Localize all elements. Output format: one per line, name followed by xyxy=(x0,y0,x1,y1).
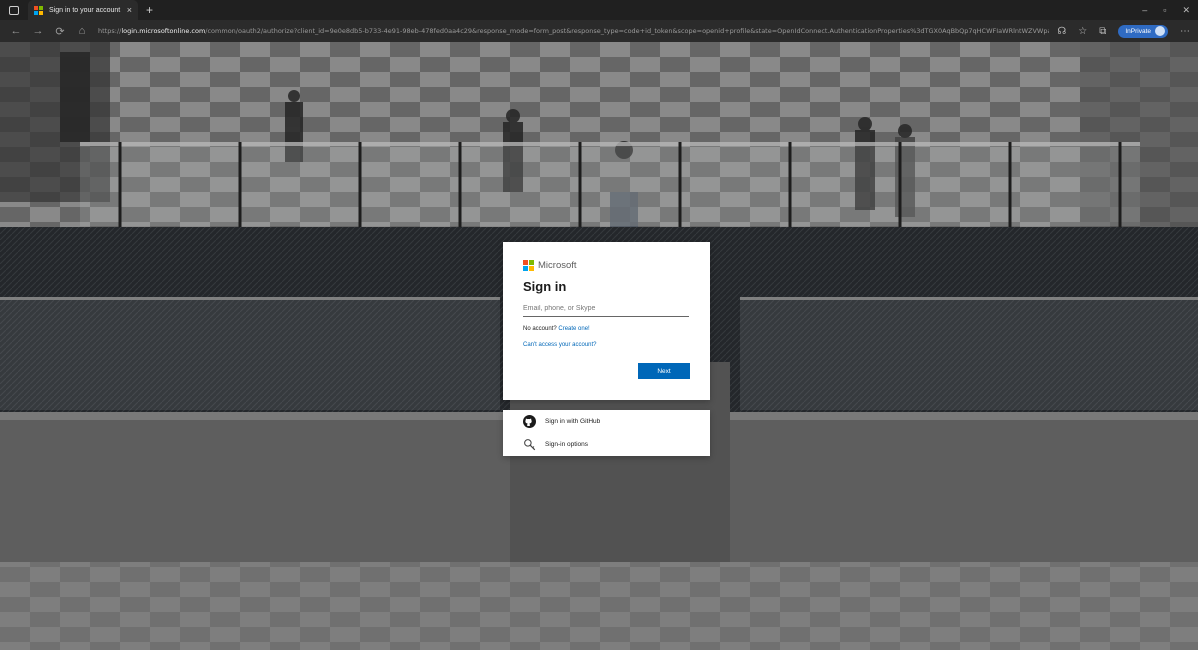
new-tab-button[interactable]: + xyxy=(146,3,153,17)
profile-avatar xyxy=(1155,26,1165,36)
key-search-icon xyxy=(524,439,536,451)
microsoft-favicon-icon xyxy=(34,5,43,15)
maximize-icon[interactable]: ▫ xyxy=(1163,5,1166,16)
back-icon[interactable]: ← xyxy=(6,25,26,37)
tab-actions-icon[interactable] xyxy=(9,5,19,15)
inprivate-badge[interactable]: InPrivate xyxy=(1118,24,1168,38)
inprivate-label: InPrivate xyxy=(1125,27,1151,35)
minimize-icon[interactable]: – xyxy=(1142,5,1147,16)
forward-icon[interactable]: → xyxy=(28,25,48,37)
more-menu-icon[interactable]: ⋯ xyxy=(1180,26,1190,37)
url-prefix: https:// xyxy=(98,27,122,35)
active-tab[interactable]: Sign in to your account × xyxy=(28,0,138,20)
tab-title: Sign in to your account xyxy=(49,6,121,14)
signin-options-item[interactable]: Sign-in options xyxy=(503,433,710,456)
create-account-link[interactable]: Create one! xyxy=(558,326,589,332)
tab-close-icon[interactable]: × xyxy=(127,5,132,15)
page-title: Sign in xyxy=(523,279,567,294)
title-bar: Sign in to your account × + – ▫ ✕ xyxy=(0,0,1198,20)
github-signin-label: Sign in with GitHub xyxy=(545,418,601,425)
browser-toolbar: ← → ⟳ ⌂ https://login.microsoftonline.co… xyxy=(0,20,1198,42)
no-account-label: No account? xyxy=(523,326,557,332)
refresh-icon[interactable]: ⟳ xyxy=(50,25,70,38)
github-signin-option[interactable]: Sign in with GitHub xyxy=(503,410,710,433)
email-input[interactable] xyxy=(523,300,689,317)
signin-options-label: Sign-in options xyxy=(545,441,588,448)
favorites-star-icon[interactable]: ☆ xyxy=(1078,26,1087,37)
brand-name: Microsoft xyxy=(538,260,577,271)
microsoft-logo-icon xyxy=(523,260,534,271)
url-path: /common/oauth2/authorize?client_id=9e0e8… xyxy=(205,27,1050,35)
collections-icon[interactable]: ⧉ xyxy=(1099,26,1106,37)
next-button[interactable]: Next xyxy=(638,363,690,379)
address-bar[interactable]: https://login.microsoftonline.com/common… xyxy=(98,23,1049,39)
home-icon[interactable]: ⌂ xyxy=(72,25,92,37)
browser-window: Sign in to your account × + – ▫ ✕ ← → ⟳ … xyxy=(0,0,1198,650)
signin-options-card: Sign in with GitHub Sign-in options xyxy=(503,410,710,456)
close-window-icon[interactable]: ✕ xyxy=(1182,5,1190,16)
read-aloud-icon[interactable]: ☊ xyxy=(1057,26,1066,37)
cant-access-link[interactable]: Can't access your account? xyxy=(523,342,690,348)
url-host: login.microsoftonline.com xyxy=(121,27,206,35)
microsoft-logo: Microsoft xyxy=(523,260,690,271)
github-icon xyxy=(523,415,536,428)
signin-card: Microsoft Sign in No account? Create one… xyxy=(503,242,710,400)
no-account-text: No account? Create one! xyxy=(523,326,690,332)
